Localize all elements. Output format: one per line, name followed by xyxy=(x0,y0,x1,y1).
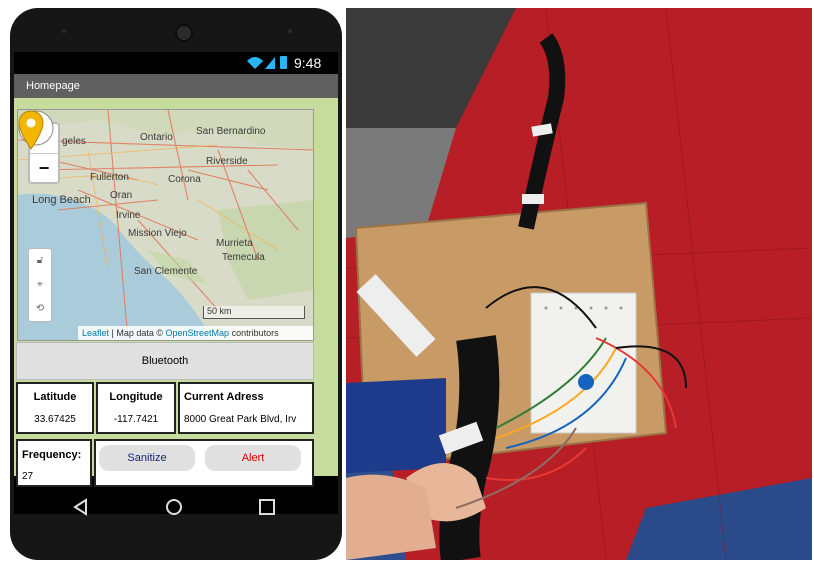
frequency-panel: Frequency: 27 xyxy=(16,439,92,487)
longitude-label: Longitude xyxy=(109,391,163,403)
lock-icon[interactable]: 🔓︎ xyxy=(29,249,51,273)
phone-frame: 9:48 Homepage geles Ontario San Bernardi… xyxy=(10,8,342,560)
map-tool-control: 🔓︎ ⌖ ⟲ xyxy=(28,248,52,322)
map-label: Oran xyxy=(110,190,133,201)
openstreetmap-link[interactable]: OpenStreetMap xyxy=(166,328,230,338)
speaker-dot xyxy=(62,29,66,33)
app-title-bar: Homepage xyxy=(14,74,338,98)
bluetooth-button[interactable]: Bluetooth xyxy=(16,342,314,380)
map-label: Riverside xyxy=(206,156,248,167)
latitude-panel: Latitude 33.67425 xyxy=(16,382,94,434)
map-scale: 50 km xyxy=(203,306,305,319)
frequency-label: Frequency: xyxy=(22,449,82,461)
page-title: Homepage xyxy=(26,80,80,92)
address-panel: Current Adress 8000 Great Park Blvd, Irv xyxy=(178,382,314,434)
locate-icon[interactable]: ⌖ xyxy=(29,273,51,297)
alert-button[interactable]: Alert xyxy=(205,445,301,471)
clock: 9:48 xyxy=(294,55,322,71)
home-icon[interactable] xyxy=(165,498,183,516)
frequency-value: 27 xyxy=(22,471,34,482)
leaflet-link[interactable]: Leaflet xyxy=(82,328,109,338)
map-label: Murrieta xyxy=(216,238,253,249)
map-label: geles xyxy=(62,136,86,147)
address-value: 8000 Great Park Blvd, Irv xyxy=(184,414,297,425)
sanitize-button[interactable]: Sanitize xyxy=(99,445,195,471)
map-view[interactable]: geles Ontario San Bernardino Riverside F… xyxy=(17,109,314,341)
phone-screen: 9:48 Homepage geles Ontario San Bernardi… xyxy=(14,52,338,514)
recents-icon[interactable] xyxy=(258,498,276,516)
latitude-value: 33.67425 xyxy=(34,414,76,425)
location-marker-icon[interactable] xyxy=(18,110,44,150)
front-camera xyxy=(175,24,193,42)
battery-icon xyxy=(280,56,287,69)
phone-top-bezel xyxy=(10,8,342,52)
map-label: Irvine xyxy=(116,210,141,221)
attribution-text: | Map data © xyxy=(109,328,166,338)
map-attribution: Leaflet | Map data © OpenStreetMap contr… xyxy=(78,326,313,340)
photo-illustration xyxy=(346,8,812,560)
map-label: Ontario xyxy=(140,132,173,143)
attribution-text: contributors xyxy=(229,328,279,338)
status-bar: 9:48 xyxy=(14,52,338,74)
back-icon[interactable] xyxy=(72,498,90,516)
address-label: Current Adress xyxy=(184,391,264,403)
map-label: San Bernardino xyxy=(196,126,266,137)
longitude-value: -117.7421 xyxy=(113,414,159,425)
map-label: Fullerton xyxy=(90,172,129,183)
map-label: Mission Viejo xyxy=(128,228,187,239)
speaker-dot xyxy=(288,29,292,33)
map-label: Long Beach xyxy=(32,194,91,206)
map-label: Corona xyxy=(168,174,201,185)
map-label: San Clemente xyxy=(134,266,198,277)
wifi-signal-icon xyxy=(247,57,275,69)
scale-label: 50 km xyxy=(207,306,232,316)
latitude-label: Latitude xyxy=(33,391,77,403)
hardware-photo xyxy=(346,8,812,560)
map-label: Temecula xyxy=(222,252,265,263)
longitude-panel: Longitude -117.7421 xyxy=(96,382,176,434)
zoom-out-button[interactable]: − xyxy=(30,154,58,183)
reset-icon[interactable]: ⟲ xyxy=(29,297,51,321)
action-panel: Sanitize Alert xyxy=(94,439,314,487)
